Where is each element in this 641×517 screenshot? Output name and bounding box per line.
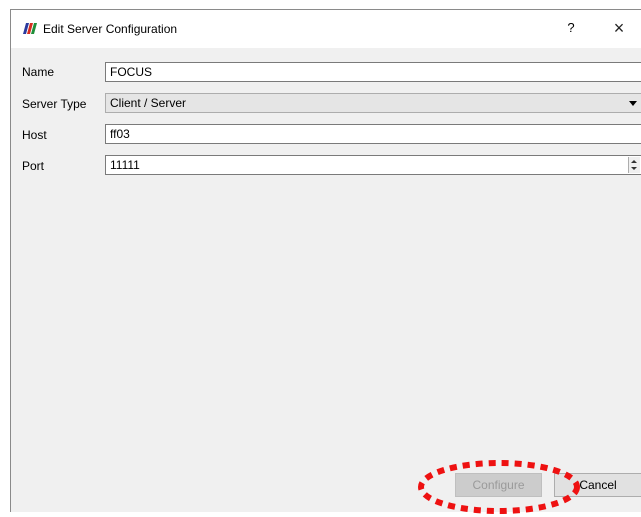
port-stepper[interactable] [628, 157, 640, 173]
port-spinbox[interactable]: 11111 [105, 155, 641, 175]
help-button[interactable]: ? [559, 15, 583, 41]
server-type-value: Client / Server [110, 96, 187, 110]
close-button[interactable]: × [607, 15, 631, 41]
window-title: Edit Server Configuration [43, 22, 178, 36]
configure-button[interactable]: Configure [455, 473, 542, 497]
host-label: Host [22, 128, 47, 142]
chevron-down-icon[interactable] [629, 101, 637, 106]
paraview-icon [23, 23, 37, 34]
port-label: Port [22, 159, 45, 173]
name-label: Name [22, 65, 55, 79]
name-field[interactable]: FOCUS [105, 62, 641, 82]
spin-down-icon[interactable] [631, 167, 637, 170]
port-value: 11111 [110, 158, 140, 172]
host-field[interactable]: ff03 [105, 124, 641, 144]
title-bar: Edit Server Configuration ? × [11, 10, 641, 48]
spin-up-icon[interactable] [631, 160, 637, 163]
cancel-button[interactable]: Cancel [554, 473, 641, 497]
server-type-select[interactable]: Client / Server [105, 93, 641, 113]
server-type-label: Server Type [22, 97, 87, 111]
edit-server-dialog: Edit Server Configuration ? × Name FOCUS… [10, 9, 641, 514]
